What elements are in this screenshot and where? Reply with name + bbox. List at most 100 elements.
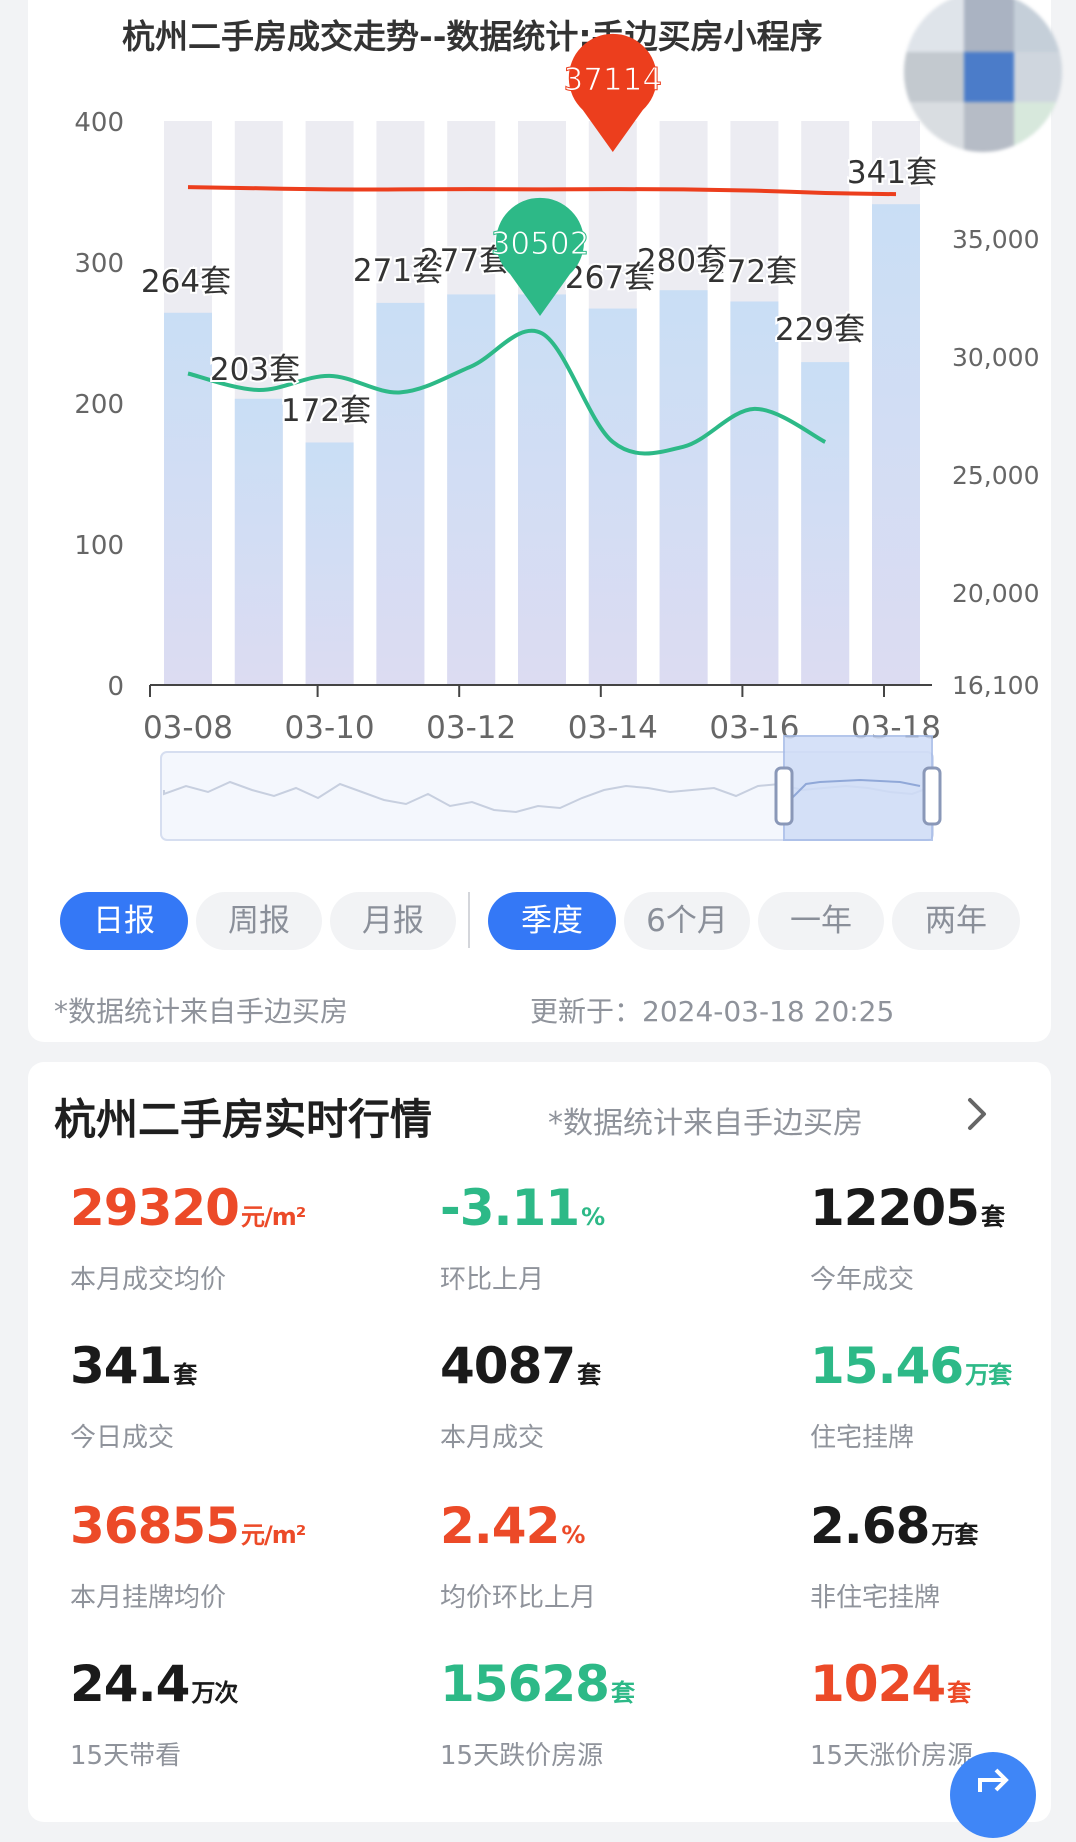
section-source-note: *数据统计来自手边买房 bbox=[548, 1106, 863, 1141]
stat-number: 36855 bbox=[70, 1497, 240, 1555]
bar bbox=[588, 308, 637, 685]
stat-label: 今年成交 bbox=[810, 1265, 915, 1295]
max-marker-red-value: 37114 bbox=[563, 62, 662, 98]
stat-value: 341套 bbox=[70, 1337, 197, 1403]
stat-number: 15628 bbox=[440, 1655, 610, 1713]
tab-daily[interactable]: 日报 bbox=[60, 892, 188, 950]
stat-unit: 套 bbox=[610, 1679, 635, 1707]
max-marker-red: 37114 bbox=[563, 33, 663, 153]
y-left-tick-label: 300 bbox=[74, 249, 124, 279]
stat-unit: 元/m² bbox=[240, 1521, 306, 1549]
stat-value: 1024套 bbox=[810, 1656, 973, 1721]
bar bbox=[164, 312, 212, 685]
bar bbox=[730, 301, 779, 685]
stat-number: 2.42 bbox=[440, 1497, 560, 1555]
stat-unit: % bbox=[581, 1203, 605, 1231]
stat-value: 15.46万套 bbox=[810, 1337, 1012, 1403]
y-right-tick-label: 16,100 bbox=[952, 671, 1039, 700]
stat-label: 本月挂牌均价 bbox=[70, 1583, 227, 1613]
stat-label: 本月成交均价 bbox=[70, 1265, 227, 1295]
y-right-tick-label: 35,000 bbox=[952, 225, 1039, 254]
chevron-right-icon[interactable] bbox=[958, 1092, 998, 1136]
y-left-tick-label: 400 bbox=[74, 108, 124, 138]
stat-unit: 套 bbox=[577, 1361, 601, 1389]
x-tick-label: 03-08 bbox=[143, 710, 233, 746]
zoom-slider[interactable] bbox=[160, 735, 942, 841]
stat-item: 29320元/m² 本月成交均价 bbox=[70, 1179, 306, 1296]
stat-number: 4087 bbox=[440, 1337, 576, 1395]
stat-number: 12205 bbox=[810, 1179, 980, 1237]
bar-value-label: 272套 bbox=[707, 254, 797, 290]
stat-value: 2.68万套 bbox=[810, 1497, 978, 1563]
stat-item: 12205套今年成交 bbox=[810, 1179, 1005, 1296]
bar bbox=[872, 204, 920, 685]
bar-value-label: 229套 bbox=[775, 312, 865, 348]
stat-label: 15天跌价房源 bbox=[440, 1741, 604, 1771]
stat-unit: 万套 bbox=[965, 1361, 1012, 1389]
stat-label: 环比上月 bbox=[440, 1265, 545, 1295]
stat-unit: 万套 bbox=[931, 1521, 978, 1549]
bar-value-label: 264套 bbox=[141, 264, 231, 300]
stat-unit: 套 bbox=[173, 1361, 197, 1389]
chart-title: 杭州二手房成交走势--数据统计:手边买房小程序 bbox=[122, 17, 823, 56]
stat-unit: 万次 bbox=[191, 1679, 238, 1707]
y-left-tick-label: 0 bbox=[107, 672, 124, 702]
max-marker-green-value: 30502 bbox=[491, 226, 590, 262]
zoom-selection bbox=[783, 735, 933, 841]
stat-number: 1024 bbox=[810, 1655, 946, 1713]
y-left-tick-label: 100 bbox=[74, 531, 124, 561]
stat-number: 29320 bbox=[70, 1179, 240, 1237]
stat-label: 均价环比上月 bbox=[440, 1583, 597, 1613]
stat-item: 15628套 15天跌价房源 bbox=[440, 1655, 635, 1772]
bar-value-label: 172套 bbox=[281, 393, 371, 429]
bar-value-label: 341套 bbox=[847, 155, 937, 191]
y-right-tick-label: 20,000 bbox=[952, 579, 1039, 608]
stat-number: -3.11 bbox=[440, 1179, 580, 1237]
stat-number: 341 bbox=[70, 1337, 172, 1395]
max-marker-green: 30502 bbox=[490, 197, 590, 316]
stat-value: -3.11% bbox=[440, 1179, 605, 1245]
y-right-tick-label: 30,000 bbox=[952, 343, 1039, 372]
avatar[interactable] bbox=[904, 0, 1062, 152]
zoom-handle-right bbox=[922, 766, 942, 826]
stat-number: 2.68 bbox=[810, 1497, 930, 1555]
chart-source-note: *数据统计来自手边买房 bbox=[54, 995, 349, 1028]
updated-time: 更新于：2024-03-18 20:25 bbox=[530, 995, 895, 1028]
stat-item: 341套今日成交 bbox=[70, 1337, 197, 1454]
zoom-handle-left bbox=[774, 766, 794, 826]
x-tick-label: 03-14 bbox=[568, 710, 658, 746]
tab-1-year[interactable]: 一年 bbox=[758, 892, 884, 950]
share-icon bbox=[978, 1768, 1009, 1792]
stat-value: 29320元/m² bbox=[70, 1179, 306, 1245]
bar-value-label: 203套 bbox=[210, 352, 300, 388]
tab-weekly[interactable]: 周报 bbox=[196, 892, 322, 950]
bar bbox=[659, 290, 708, 685]
stat-item: 15.46万套住宅挂牌 bbox=[810, 1337, 1012, 1454]
stat-item: 24.4万次 15天带看 bbox=[70, 1656, 238, 1772]
stat-label: 非住宅挂牌 bbox=[810, 1583, 941, 1613]
stat-unit: 套 bbox=[947, 1679, 971, 1707]
y-left-tick-label: 200 bbox=[74, 390, 124, 420]
stat-item: 1024套 15天涨价房源 bbox=[810, 1656, 973, 1772]
stat-item: 2.42% 均价环比上月 bbox=[440, 1498, 596, 1614]
stat-number: 15.46 bbox=[810, 1337, 964, 1395]
stat-label: 住宅挂牌 bbox=[810, 1423, 915, 1453]
stat-item: 4087套 本月成交 bbox=[440, 1337, 601, 1454]
stat-unit: 套 bbox=[980, 1203, 1005, 1231]
stat-label: 今日成交 bbox=[70, 1423, 175, 1453]
stat-label: 15天涨价房源 bbox=[810, 1741, 974, 1771]
share-button[interactable] bbox=[950, 1752, 1036, 1838]
tab-6-months[interactable]: 6个月 bbox=[624, 892, 750, 950]
stat-unit: % bbox=[561, 1521, 585, 1549]
x-tick-label: 03-10 bbox=[285, 710, 375, 746]
tab-divider bbox=[468, 892, 470, 948]
tab-monthly[interactable]: 月报 bbox=[330, 892, 456, 950]
stat-unit: 元/m² bbox=[240, 1203, 306, 1231]
stat-value: 4087套 bbox=[440, 1337, 601, 1403]
tab-quarter[interactable]: 季度 bbox=[488, 892, 616, 950]
stat-value: 2.42% bbox=[440, 1498, 596, 1563]
section-title: 杭州二手房实时行情 bbox=[54, 1095, 433, 1144]
stat-value: 15628套 bbox=[440, 1655, 635, 1721]
tab-2-years[interactable]: 两年 bbox=[892, 892, 1020, 950]
stat-value: 12205套 bbox=[810, 1179, 1005, 1245]
